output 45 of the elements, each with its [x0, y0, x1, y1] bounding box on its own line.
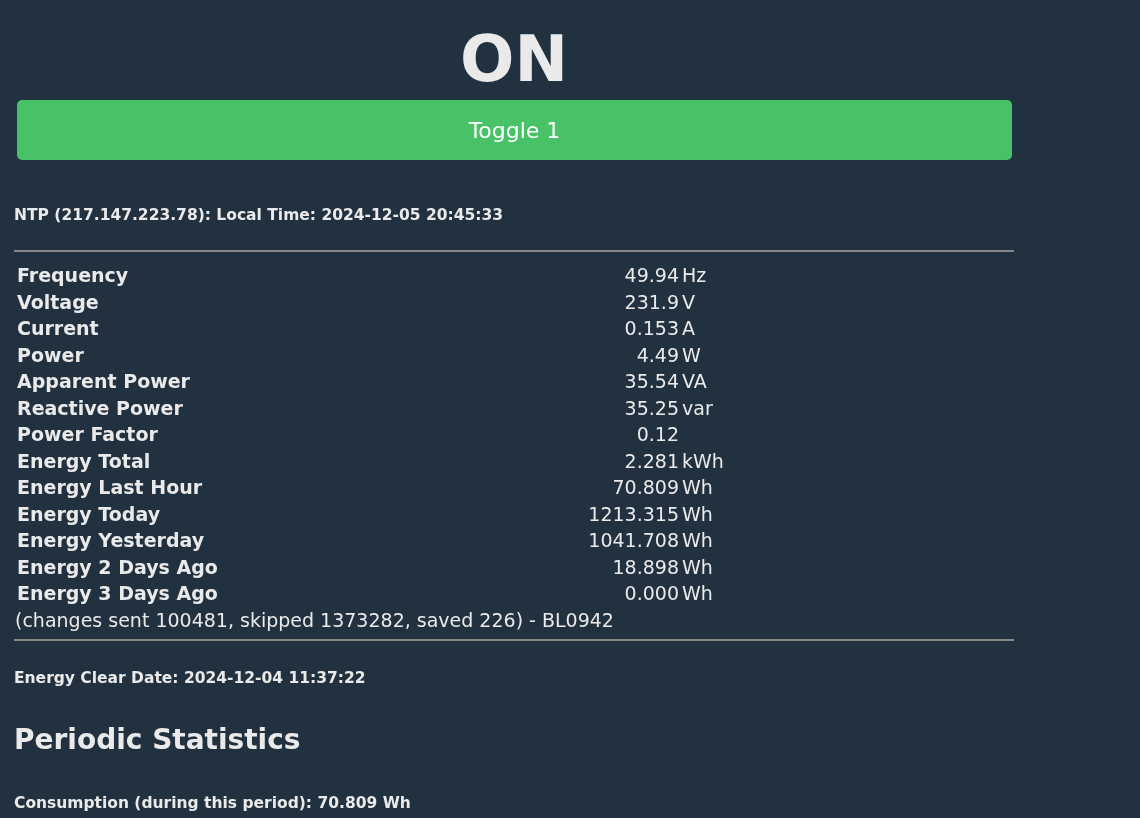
reading-unit: Wh — [681, 501, 714, 527]
reading-value: 1213.315 — [587, 501, 679, 527]
reading-unit: kWh — [681, 448, 725, 474]
section-heading: Periodic Statistics — [14, 722, 302, 756]
reading-value: 231.9 — [623, 289, 679, 315]
local-time-text: NTP (217.147.223.78): Local Time: 2024-12-05 20:45:33 — [14, 206, 505, 224]
reading-unit: Wh — [681, 475, 714, 500]
consumption-text: Consumption (during this period): 70.809 Wh — [14, 793, 412, 812]
reading-value: 18.898 — [611, 554, 679, 580]
reading-value: 2.281 — [623, 448, 679, 474]
reading-unit: V — [681, 289, 696, 315]
reading-unit: W — [681, 342, 702, 368]
reading-label: Power — [17, 342, 85, 368]
reading-label: Voltage — [17, 289, 100, 315]
toggle-button[interactable]: Toggle 1 — [17, 100, 1012, 160]
reading-label: Power Factor — [17, 422, 159, 447]
reading-unit: Hz — [681, 263, 708, 288]
reading-unit: Wh — [681, 581, 714, 606]
clear-date-text: Energy Clear Date: 2024-12-04 11:37:22 — [14, 668, 367, 687]
reading-label: Energy Last Hour — [17, 475, 204, 500]
changes-note: (changes sent 100481, skipped 1373282, saved 226) - BL0942 — [15, 607, 615, 633]
reading-label: Energy 3 Days Ago — [17, 581, 219, 606]
reading-label: Energy Yesterday — [17, 528, 206, 553]
reading-value: 0.153 — [623, 316, 679, 341]
reading-value: 35.54 — [623, 369, 679, 394]
reading-value: 35.25 — [623, 395, 679, 421]
power-state: ON — [459, 21, 569, 98]
reading-label: Energy Today — [17, 501, 162, 527]
reading-unit: Wh — [681, 554, 714, 580]
reading-label: Reactive Power — [17, 395, 184, 421]
reading-value: 0.12 — [635, 422, 679, 447]
reading-unit: var — [681, 395, 714, 421]
reading-label: Energy Total — [17, 448, 152, 474]
reading-unit: VA — [681, 369, 708, 394]
reading-value: 49.94 — [623, 263, 679, 288]
reading-unit: A — [681, 316, 696, 341]
reading-value: 0.000 — [623, 581, 679, 606]
reading-value: 1041.708 — [587, 528, 679, 553]
reading-label: Frequency — [17, 263, 130, 288]
reading-value: 4.49 — [635, 342, 679, 368]
reading-unit: Wh — [681, 528, 714, 553]
reading-label: Current — [17, 316, 100, 341]
reading-value: 70.809 — [611, 475, 679, 500]
reading-label: Energy 2 Days Ago — [17, 554, 219, 580]
reading-label: Apparent Power — [17, 369, 191, 394]
